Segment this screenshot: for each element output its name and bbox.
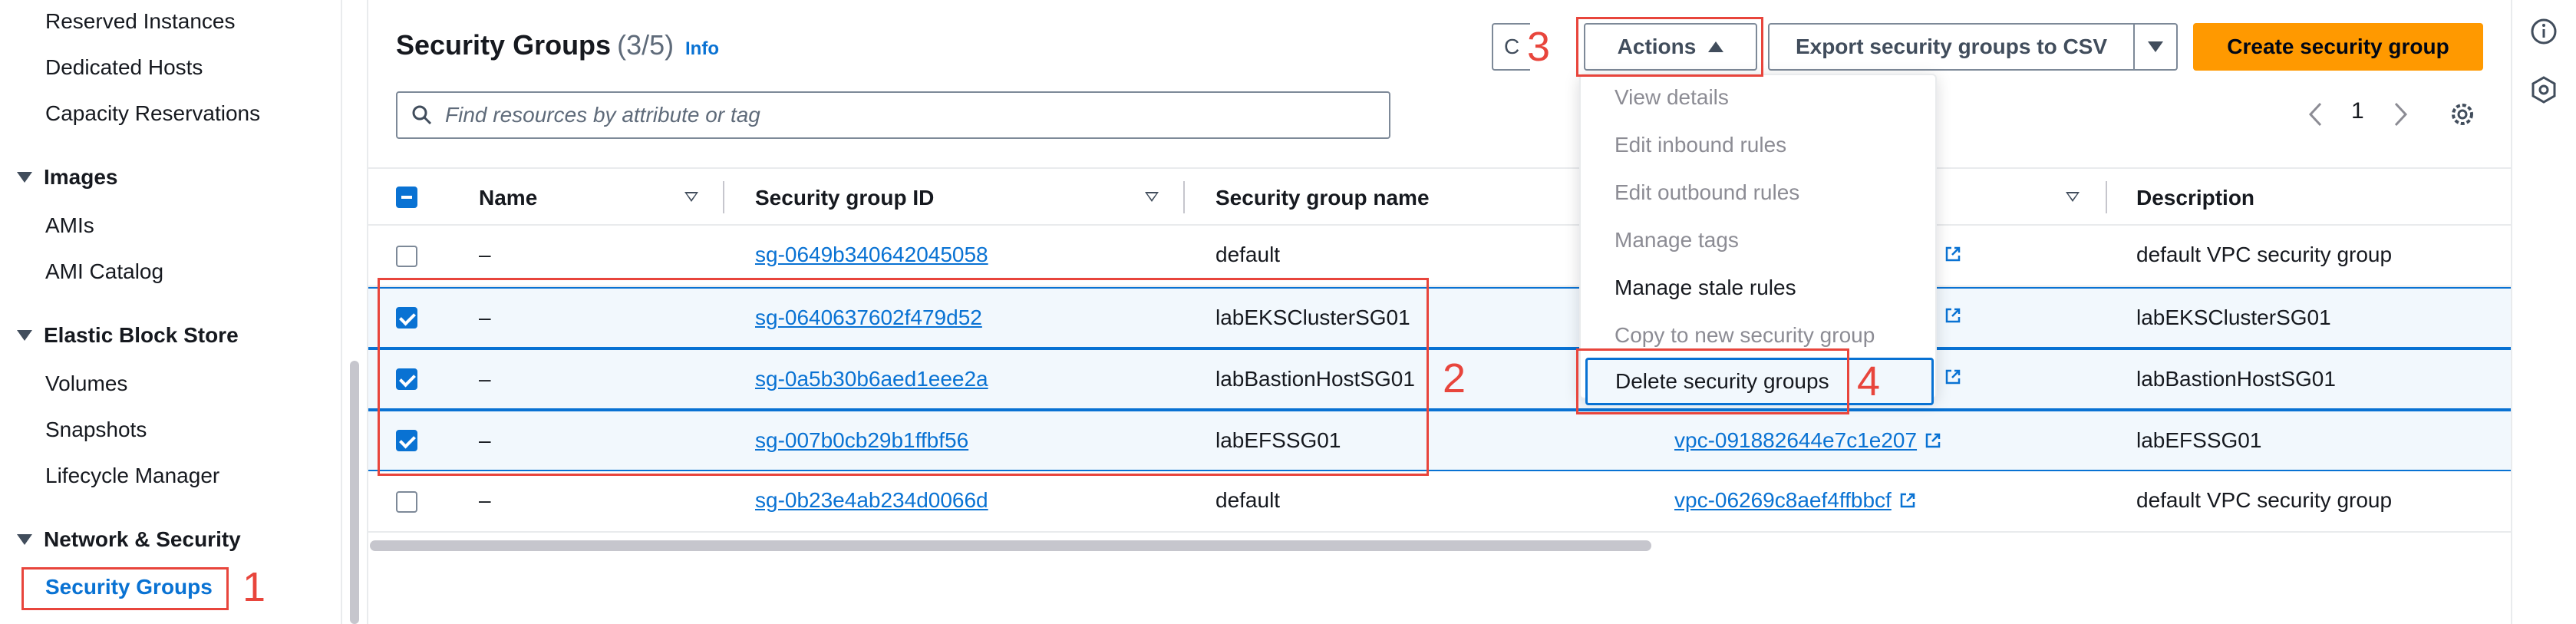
row-description: labBastionHostSG01 bbox=[2136, 367, 2336, 391]
export-csv-label: Export security groups to CSV bbox=[1795, 35, 2108, 58]
sidebar-section-images[interactable]: Images bbox=[17, 164, 118, 190]
hexagon-settings-icon[interactable] bbox=[2529, 75, 2558, 104]
create-security-group-label: Create security group bbox=[2227, 35, 2449, 58]
external-link-icon[interactable] bbox=[1899, 492, 1916, 509]
menu-item-manage-stale-rules[interactable]: Manage stale rules bbox=[1615, 275, 1796, 301]
menu-item-manage-tags[interactable]: Manage tags bbox=[1615, 227, 1739, 253]
refresh-icon: C bbox=[1504, 35, 1520, 58]
external-link-icon[interactable] bbox=[1944, 368, 1961, 385]
right-rail bbox=[2511, 0, 2576, 624]
selection-count: (3/5) bbox=[617, 29, 675, 61]
column-header-security-group-name[interactable]: Security group name bbox=[1215, 186, 1430, 210]
column-divider[interactable] bbox=[723, 181, 724, 213]
sort-icon[interactable] bbox=[2066, 192, 2080, 202]
search-input[interactable]: Find resources by attribute or tag bbox=[396, 91, 1390, 139]
annotation-number-4: 4 bbox=[1857, 358, 1881, 404]
annotation-number-1: 1 bbox=[242, 564, 266, 610]
menu-item-edit-inbound-rules[interactable]: Edit inbound rules bbox=[1615, 132, 1786, 158]
column-divider[interactable] bbox=[1183, 181, 1185, 213]
table-row[interactable]: – sg-0b23e4ab234d0066d default vpc-06269… bbox=[368, 471, 2511, 533]
annotation-box-1 bbox=[21, 567, 229, 610]
current-page[interactable]: 1 bbox=[2351, 98, 2364, 124]
select-all-checkbox[interactable] bbox=[396, 187, 417, 208]
search-icon bbox=[412, 105, 432, 125]
caret-down-icon bbox=[17, 330, 32, 341]
sidebar-item-reserved-instances[interactable]: Reserved Instances bbox=[45, 8, 235, 35]
sidebar-item-lifecycle-manager[interactable]: Lifecycle Manager bbox=[45, 463, 219, 489]
vpc-id-link[interactable]: vpc-06269c8aef4ffbbcf bbox=[1674, 488, 1916, 513]
row-checkbox[interactable] bbox=[396, 246, 417, 267]
row-description: labEKSClusterSG01 bbox=[2136, 305, 2331, 329]
security-group-id-link[interactable]: sg-0649b340642045058 bbox=[755, 243, 988, 267]
horizontal-scrollbar[interactable] bbox=[370, 540, 1651, 551]
external-link-icon[interactable] bbox=[1944, 246, 1961, 262]
sidebar-item-amis[interactable]: AMIs bbox=[45, 213, 94, 239]
vpc-id-text[interactable]: vpc-06269c8aef4ffbbcf bbox=[1674, 488, 1892, 512]
row-description: default VPC security group bbox=[2136, 488, 2393, 512]
security-group-name: default bbox=[1215, 488, 1281, 512]
page-title: Security Groups (3/5) bbox=[396, 29, 674, 61]
row-description: labEFSSG01 bbox=[2136, 428, 2262, 452]
menu-item-copy-to-new-security-group[interactable]: Copy to new security group bbox=[1615, 322, 1875, 348]
annotation-box-3 bbox=[1576, 17, 1763, 77]
sort-icon[interactable] bbox=[1145, 192, 1159, 202]
sidebar-item-snapshots[interactable]: Snapshots bbox=[45, 417, 147, 443]
search-placeholder: Find resources by attribute or tag bbox=[445, 103, 760, 127]
sidebar-section-elastic-block-store[interactable]: Elastic Block Store bbox=[17, 322, 239, 348]
vpc-id-text[interactable]: vpc-091882644e7c1e207 bbox=[1674, 428, 1917, 452]
annotation-number-2: 2 bbox=[1443, 355, 1466, 401]
sidebar-section-label: Elastic Block Store bbox=[44, 323, 239, 347]
external-link-icon[interactable] bbox=[1944, 307, 1961, 324]
table-header: Name Security group ID Security group na… bbox=[368, 167, 2511, 226]
column-header-name[interactable]: Name bbox=[479, 186, 537, 210]
external-link-icon[interactable] bbox=[1925, 432, 1941, 449]
column-header-security-group-id[interactable]: Security group ID bbox=[755, 186, 934, 210]
row-name: – bbox=[479, 488, 491, 512]
sidebar-item-volumes[interactable]: Volumes bbox=[45, 371, 127, 397]
refresh-button[interactable]: C bbox=[1492, 23, 1530, 71]
page-title-text: Security Groups bbox=[396, 29, 612, 61]
column-divider[interactable] bbox=[2106, 181, 2107, 213]
row-name: – bbox=[479, 243, 491, 266]
sidebar-item-ami-catalog[interactable]: AMI Catalog bbox=[45, 259, 163, 285]
row-description: default VPC security group bbox=[2136, 243, 2393, 266]
sidebar-section-label: Images bbox=[44, 165, 118, 189]
column-header-description[interactable]: Description bbox=[2136, 186, 2254, 210]
annotation-box-2 bbox=[378, 278, 1429, 476]
chevron-right-icon[interactable] bbox=[2391, 101, 2409, 127]
menu-item-edit-outbound-rules[interactable]: Edit outbound rules bbox=[1615, 180, 1799, 206]
sidebar-item-capacity-reservations[interactable]: Capacity Reservations bbox=[45, 101, 260, 127]
menu-item-view-details[interactable]: View details bbox=[1615, 84, 1729, 111]
sidebar-section-network-security[interactable]: Network & Security bbox=[17, 527, 241, 553]
export-dropdown-button[interactable] bbox=[2133, 23, 2178, 71]
sidebar-item-dedicated-hosts[interactable]: Dedicated Hosts bbox=[45, 54, 203, 81]
caret-down-icon bbox=[17, 172, 32, 183]
annotation-number-3: 3 bbox=[1527, 24, 1551, 70]
create-security-group-button[interactable]: Create security group bbox=[2193, 23, 2483, 71]
caret-down-icon bbox=[2148, 41, 2163, 52]
security-group-id-link[interactable]: sg-0b23e4ab234d0066d bbox=[755, 488, 988, 513]
gear-icon[interactable] bbox=[2448, 100, 2477, 129]
chevron-left-icon[interactable] bbox=[2307, 101, 2325, 127]
caret-down-icon bbox=[17, 534, 32, 545]
row-checkbox[interactable] bbox=[396, 491, 417, 513]
sidebar: Reserved Instances Dedicated Hosts Capac… bbox=[0, 0, 342, 624]
info-circle-icon[interactable] bbox=[2529, 17, 2558, 46]
sort-icon[interactable] bbox=[684, 192, 698, 202]
annotation-box-4 bbox=[1576, 348, 1849, 414]
sidebar-scrollbar[interactable] bbox=[350, 361, 359, 624]
export-csv-button[interactable]: Export security groups to CSV bbox=[1768, 23, 2135, 71]
sidebar-section-label: Network & Security bbox=[44, 527, 241, 551]
vpc-id-link[interactable]: vpc-091882644e7c1e207 bbox=[1674, 428, 1941, 453]
security-group-name: default bbox=[1215, 243, 1281, 266]
info-link[interactable]: Info bbox=[685, 38, 719, 60]
